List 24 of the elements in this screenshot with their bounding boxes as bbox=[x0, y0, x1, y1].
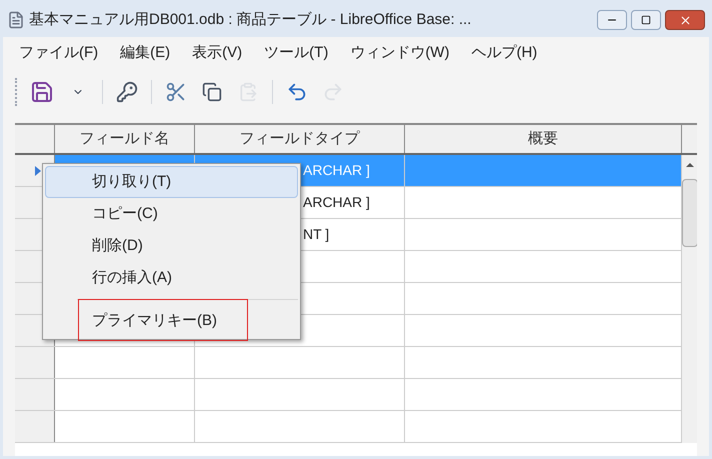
menu-item[interactable]: 切り取り(T) bbox=[45, 166, 298, 198]
menu-item[interactable]: プライマリキー(B) bbox=[45, 305, 298, 337]
maximize-icon bbox=[641, 15, 651, 25]
row-header[interactable] bbox=[15, 379, 55, 410]
column-header[interactable]: フィールドタイプ bbox=[195, 125, 405, 153]
scrollbar[interactable] bbox=[682, 155, 697, 443]
row-header[interactable] bbox=[15, 411, 55, 442]
menu-item[interactable]: ヘルプ(H) bbox=[471, 42, 538, 64]
document-icon bbox=[7, 11, 25, 29]
scrollbar-thumb[interactable] bbox=[682, 179, 697, 247]
maximize-button[interactable] bbox=[631, 10, 661, 30]
column-header[interactable]: 概要 bbox=[405, 125, 682, 153]
menu-item[interactable]: ツール(T) bbox=[264, 42, 328, 64]
menu-item[interactable]: 編集(E) bbox=[120, 42, 170, 64]
close-button[interactable] bbox=[665, 10, 705, 30]
window-title: 基本マニュアル用DB001.odb : 商品テーブル - LibreOffice Base: ... bbox=[29, 10, 472, 30]
menu-item[interactable]: ウィンドウ(W) bbox=[350, 42, 450, 64]
menu-item[interactable]: 表示(V) bbox=[192, 42, 242, 64]
close-icon bbox=[678, 14, 692, 26]
column-header[interactable]: フィールド名 bbox=[55, 125, 195, 153]
scroll-up-icon[interactable] bbox=[686, 163, 694, 167]
menu-item[interactable]: ファイル(F) bbox=[19, 42, 98, 64]
row-header[interactable] bbox=[15, 347, 55, 378]
menu-item[interactable]: 行の挿入(A) bbox=[45, 262, 298, 294]
